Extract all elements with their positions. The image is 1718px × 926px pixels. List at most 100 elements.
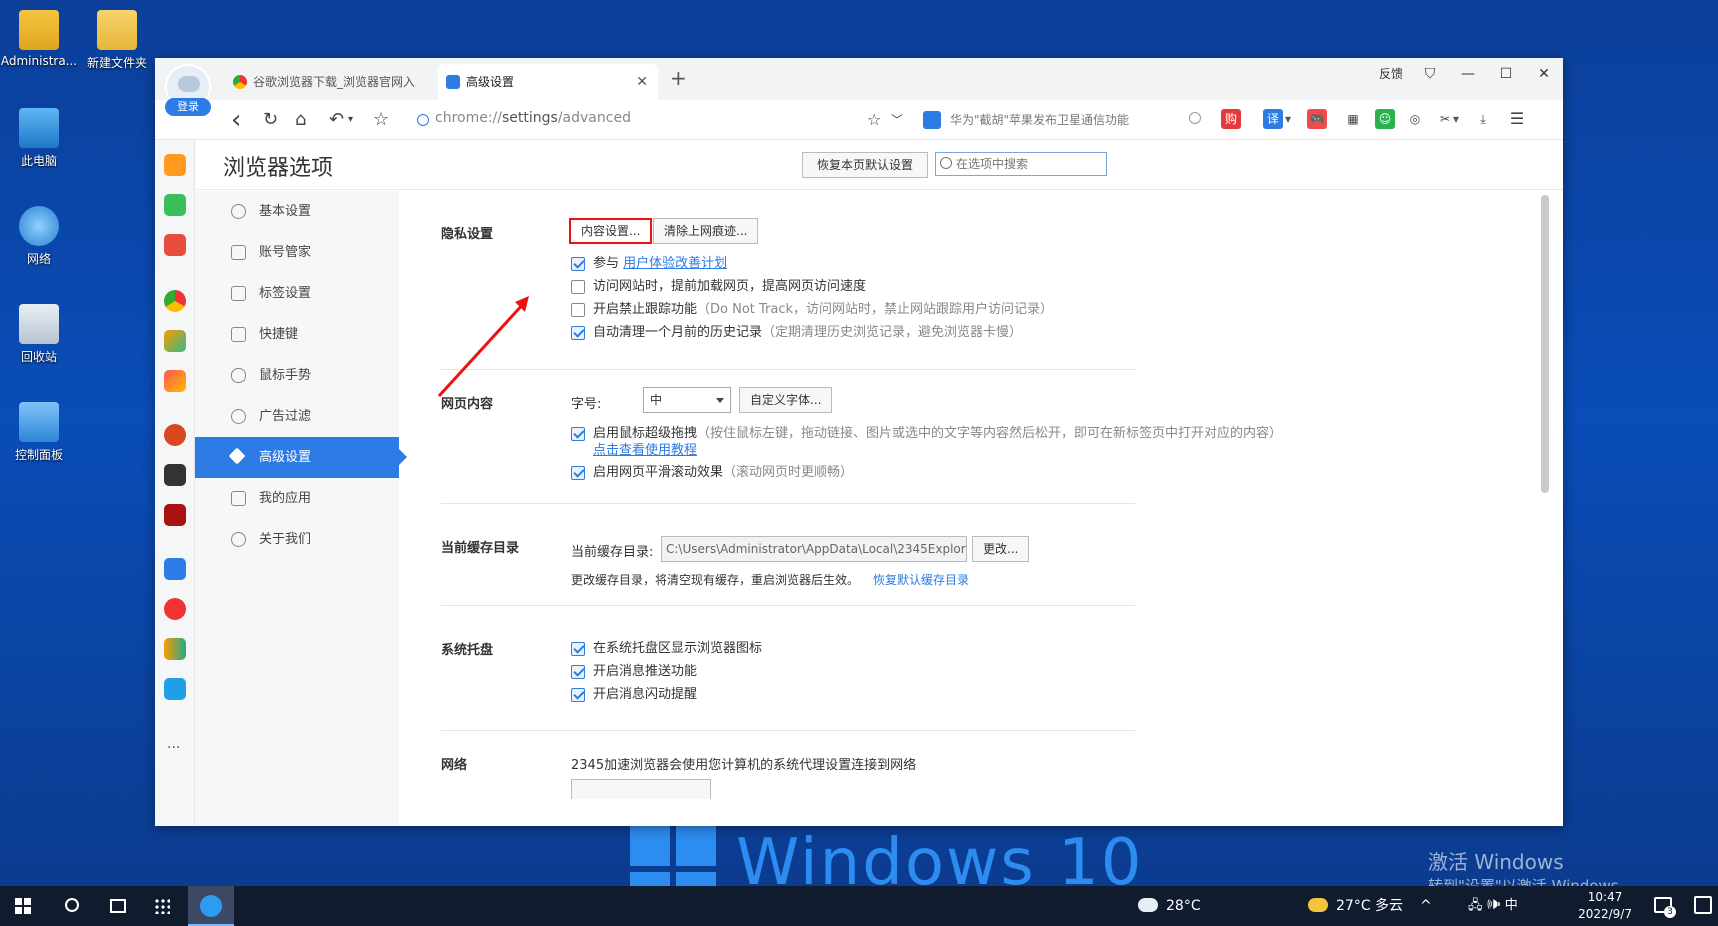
favorites-star-icon[interactable] — [164, 154, 186, 176]
reload-icon[interactable]: ↻ — [263, 100, 278, 140]
back-icon[interactable]: ‹ — [231, 100, 241, 140]
desktop-icon-network[interactable]: 网络 — [0, 206, 78, 267]
tray-icons[interactable]: 🖧 🕪 中 — [1468, 886, 1518, 926]
58-icon[interactable] — [164, 638, 186, 660]
proxy-settings-button[interactable] — [571, 779, 711, 799]
nav-mouse-gestures[interactable]: 鼠标手势 — [195, 355, 399, 396]
chrome-icon[interactable] — [164, 290, 186, 312]
skin-icon[interactable]: ⛉ — [1411, 58, 1449, 90]
ux-program-link[interactable]: 用户体验改善计划 — [623, 256, 727, 271]
tv-app-icon[interactable] — [164, 370, 186, 392]
undo-icon[interactable]: ↶ — [329, 100, 344, 140]
nav-ad-filter[interactable]: 广告过滤 — [195, 396, 399, 437]
apps-grid-icon[interactable]: ▦ — [1343, 109, 1363, 129]
hot-news-text[interactable]: 华为"截胡"苹果发布卫星通信功能 — [950, 111, 1129, 128]
dragon-game-icon[interactable] — [164, 464, 186, 486]
tab-download[interactable]: 谷歌浏览器下载_浏览器官网入 — [225, 64, 425, 100]
tray-chevron-icon[interactable]: ^ — [1420, 886, 1432, 926]
nav-about[interactable]: 关于我们 — [195, 519, 399, 560]
nav-my-apps[interactable]: 我的应用 — [195, 478, 399, 519]
bookmark-star-icon[interactable]: ☆ — [867, 100, 881, 140]
undo-dropdown-icon[interactable]: ▾ — [348, 100, 353, 140]
download-icon[interactable]: ⤓ — [1473, 109, 1493, 129]
custom-font-button[interactable]: 自定义字体... — [739, 387, 833, 413]
pdf-word-icon[interactable] — [164, 234, 186, 256]
nav-tab-settings[interactable]: 标签设置 — [195, 273, 399, 314]
weather-center[interactable]: 28°C — [1166, 886, 1201, 926]
favorite-star-icon[interactable]: ☆ — [373, 100, 389, 140]
search-icon[interactable] — [1189, 112, 1201, 124]
checkbox[interactable] — [571, 326, 585, 340]
option-push-messages[interactable]: 开启消息推送功能 — [571, 662, 697, 682]
tutorial-link[interactable]: 点击查看使用教程 — [593, 443, 697, 458]
option-smooth-scroll[interactable]: 启用网页平滑滚动效果（滚动网页时更顺畅） — [571, 463, 853, 483]
wechat-icon[interactable]: ☺ — [1375, 109, 1395, 129]
clear-history-button[interactable]: 清除上网痕迹... — [653, 218, 759, 244]
weather-tray[interactable]: 27°C 多云 — [1336, 886, 1403, 926]
settings-search[interactable] — [935, 152, 1107, 176]
task-view-button[interactable] — [98, 886, 138, 926]
legend-game-icon[interactable] — [164, 504, 186, 526]
checkbox[interactable] — [571, 257, 585, 271]
option-ux-program[interactable]: 参与 用户体验改善计划 — [571, 254, 727, 274]
scrollbar[interactable] — [1541, 195, 1549, 493]
site-info-icon[interactable] — [417, 114, 429, 126]
restore-cache-link[interactable]: 恢复默认缓存目录 — [873, 573, 969, 587]
option-flash-alert[interactable]: 开启消息闪动提醒 — [571, 685, 697, 705]
checkbox[interactable] — [571, 688, 585, 702]
maximize-button[interactable]: ☐ — [1487, 58, 1525, 90]
translate-dropdown-icon[interactable]: ▾ — [1283, 109, 1293, 129]
apps-launcher-button[interactable] — [142, 886, 182, 926]
home-icon[interactable]: ⌂ — [295, 100, 306, 140]
change-cache-button[interactable]: 更改... — [972, 536, 1030, 562]
taskbar-browser-button[interactable] — [188, 886, 234, 926]
weibo-icon[interactable] — [164, 598, 186, 620]
game-icon[interactable]: 🎮 — [1307, 109, 1327, 129]
checkbox[interactable] — [571, 642, 585, 656]
desktop-icon-this-pc[interactable]: 此电脑 — [0, 108, 78, 169]
screenshot-dropdown-icon[interactable]: ▾ — [1451, 109, 1461, 129]
nav-shortcuts[interactable]: 快捷键 — [195, 314, 399, 355]
menu-icon[interactable]: ☰ — [1507, 109, 1527, 129]
checkbox[interactable] — [571, 427, 585, 441]
checkbox[interactable] — [571, 280, 585, 294]
app-store-icon[interactable] — [164, 330, 186, 352]
nav-account[interactable]: 账号管家 — [195, 232, 399, 273]
more-icon[interactable]: ··· — [167, 740, 180, 756]
settings-search-input[interactable] — [956, 155, 1104, 173]
tab-close-icon[interactable]: ✕ — [636, 64, 648, 100]
desktop-icon-new-folder[interactable]: 新建文件夹 — [78, 10, 156, 71]
clock[interactable]: 10:47 2022/9/7 — [1578, 889, 1632, 923]
notification-icon[interactable] — [1694, 896, 1712, 914]
url-field[interactable]: chrome://settings/advanced — [435, 110, 631, 126]
tab-advanced-settings[interactable]: 高级设置 ✕ — [438, 64, 658, 100]
bilibili-icon[interactable] — [164, 678, 186, 700]
new-tab-button[interactable]: + — [670, 66, 687, 90]
checkbox[interactable] — [571, 303, 585, 317]
cache-path-field[interactable]: C:\Users\Administrator\AppData\Local\234… — [661, 536, 967, 562]
history-clock-icon[interactable] — [164, 194, 186, 216]
content-settings-button[interactable]: 内容设置... — [569, 218, 653, 244]
checkbox[interactable] — [571, 665, 585, 679]
option-tray-icon[interactable]: 在系统托盘区显示浏览器图标 — [571, 639, 762, 659]
translate-icon[interactable]: 译 — [1263, 109, 1283, 129]
desktop-icon-recycle-bin[interactable]: 回收站 — [0, 304, 78, 365]
nav-advanced-settings[interactable]: 高级设置 — [195, 437, 407, 478]
close-window-button[interactable]: ✕ — [1525, 58, 1563, 90]
desktop-icon-administrator[interactable]: Administra... — [0, 10, 78, 68]
option-do-not-track[interactable]: 开启禁止跟踪功能（Do Not Track，访问网站时，禁止网站跟踪用户访问记录… — [571, 300, 1053, 320]
start-button[interactable] — [0, 886, 46, 926]
font-size-select[interactable]: 中 — [643, 387, 731, 413]
login-button[interactable]: 登录 — [165, 98, 211, 116]
search-button[interactable] — [52, 886, 92, 926]
url-dropdown-icon[interactable]: ﹀ — [891, 100, 903, 140]
restore-defaults-button[interactable]: 恢复本页默认设置 — [802, 152, 928, 178]
shopping-icon[interactable]: 购 — [1221, 109, 1241, 129]
desktop-icon-control-panel[interactable]: 控制面板 — [0, 402, 78, 463]
minimize-button[interactable]: — — [1449, 58, 1487, 90]
option-auto-clean-history[interactable]: 自动清理一个月前的历史记录（定期清理历史浏览记录，避免浏览器卡慢） — [571, 323, 1022, 343]
tieba-icon[interactable] — [164, 558, 186, 580]
at-icon[interactable]: ◎ — [1405, 109, 1425, 129]
option-preload[interactable]: 访问网站时，提前加载网页，提高网页访问速度 — [571, 277, 866, 297]
checkbox[interactable] — [571, 466, 585, 480]
